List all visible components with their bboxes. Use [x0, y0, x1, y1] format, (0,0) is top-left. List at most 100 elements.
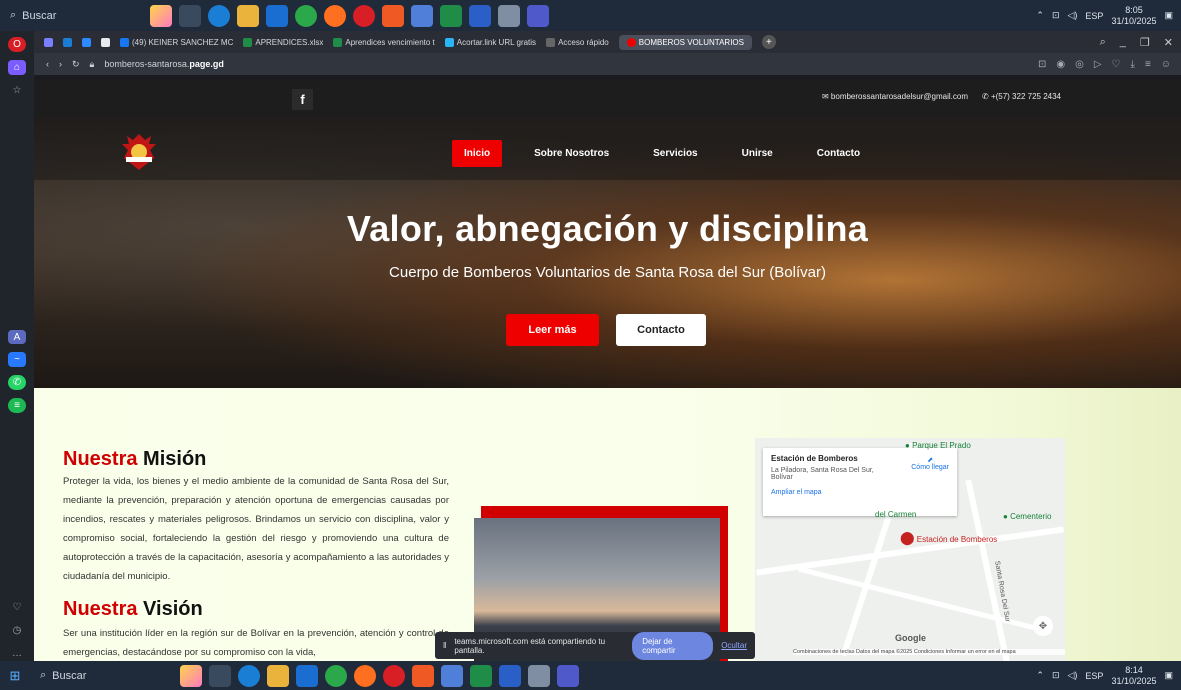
nav-contacto[interactable]: Contacto: [805, 140, 872, 167]
firefox-icon[interactable]: [354, 664, 376, 687]
network-icon[interactable]: ⊡: [1052, 10, 1060, 21]
brave-icon[interactable]: [382, 4, 404, 27]
heart-icon[interactable]: ♡: [8, 600, 26, 615]
tab[interactable]: Acortar.link URL gratis: [444, 37, 536, 47]
reload-icon[interactable]: ↻: [72, 59, 80, 70]
pinned-tab-icon[interactable]: [63, 37, 72, 47]
tab[interactable]: Acceso rápido: [546, 37, 609, 47]
restore-button[interactable]: ❐: [1140, 36, 1150, 49]
chevron-up-icon[interactable]: ⌃: [1036, 670, 1044, 681]
profile-icon[interactable]: ☺: [1161, 59, 1171, 70]
hide-link[interactable]: Ocultar: [721, 641, 747, 650]
tab[interactable]: (49) KEINER SANCHEZ MC: [120, 37, 233, 47]
opera-icon[interactable]: [353, 4, 375, 27]
google-map[interactable]: Estación de Bomberos La Piladora, Santa …: [755, 438, 1065, 661]
outlook-icon[interactable]: [296, 664, 318, 687]
store-icon[interactable]: [441, 664, 463, 687]
edge-icon[interactable]: [208, 4, 230, 27]
back-icon[interactable]: ‹: [46, 59, 49, 69]
email-link[interactable]: ✉ bomberossantarosadelsur@gmail.com: [822, 92, 968, 101]
brave-icon[interactable]: [412, 664, 434, 687]
map-pin[interactable]: ⬤ Estación de Bomberos: [900, 530, 997, 546]
widgets-icon[interactable]: [150, 4, 172, 27]
forward-icon[interactable]: ›: [59, 59, 62, 69]
volume-icon[interactable]: ◁): [1068, 670, 1078, 681]
stop-sharing-button[interactable]: Dejar de compartir: [632, 631, 714, 660]
nav-sobre-nosotros[interactable]: Sobre Nosotros: [522, 140, 621, 167]
contact-button[interactable]: Contacto: [616, 314, 706, 346]
task-view-icon[interactable]: [209, 664, 231, 687]
home-icon[interactable]: ⌂: [8, 59, 26, 75]
opera-icon[interactable]: [383, 664, 405, 687]
opera-menu-icon[interactable]: O: [8, 37, 26, 52]
tab-active[interactable]: BOMBEROS VOLUNTARIOS: [618, 34, 752, 50]
outlook-icon[interactable]: [266, 4, 288, 27]
widgets-icon[interactable]: [180, 664, 202, 687]
calculator-icon[interactable]: [498, 4, 520, 27]
edge-icon[interactable]: [238, 664, 260, 687]
workspace-icon[interactable]: [44, 37, 53, 47]
map-poi-cemetery[interactable]: ● Cementerio: [1003, 512, 1051, 521]
word-icon[interactable]: [469, 4, 491, 27]
more-icon[interactable]: …: [8, 646, 26, 661]
map-directions[interactable]: ⬈ Cómo llegar: [911, 456, 949, 471]
file-explorer-icon[interactable]: [267, 664, 289, 687]
chevron-up-icon[interactable]: ⌃: [1036, 10, 1044, 21]
taskbar-search[interactable]: ⌕ Buscar: [30, 661, 170, 690]
map-pan-icon[interactable]: ✥: [1033, 616, 1053, 636]
task-view-icon[interactable]: [179, 4, 201, 27]
excel-icon[interactable]: [470, 664, 492, 687]
language-indicator[interactable]: ESP: [1085, 671, 1103, 681]
teams-icon[interactable]: [557, 664, 579, 687]
language-indicator[interactable]: ESP: [1085, 11, 1103, 21]
shield-icon[interactable]: ◎: [1075, 59, 1084, 70]
map-poi-park[interactable]: ● Parque El Prado: [905, 441, 971, 450]
map-poi-church[interactable]: del Carmen: [875, 510, 916, 519]
teams-icon[interactable]: [527, 4, 549, 27]
pinned-tab-icon[interactable]: [82, 37, 91, 47]
download-icon[interactable]: ⤓: [1131, 59, 1135, 70]
nav-unirse[interactable]: Unirse: [730, 140, 785, 167]
messenger-icon[interactable]: ~: [8, 352, 26, 368]
new-tab-button[interactable]: +: [761, 35, 776, 49]
file-explorer-icon[interactable]: [237, 4, 259, 27]
network-icon[interactable]: ⊡: [1052, 670, 1060, 681]
notifications-icon[interactable]: ▣: [1164, 670, 1173, 681]
url-field[interactable]: bomberos-santarosa.page.gd: [104, 59, 224, 69]
map-enlarge-link[interactable]: Ampliar el mapa: [771, 489, 949, 496]
notifications-icon[interactable]: ▣: [1164, 10, 1173, 21]
snapshot-icon[interactable]: ⊡: [1038, 59, 1046, 70]
fire-department-logo[interactable]: [114, 130, 164, 175]
store-icon[interactable]: [411, 4, 433, 27]
minimize-button[interactable]: _: [1120, 36, 1126, 48]
excel-icon[interactable]: [440, 4, 462, 27]
nav-inicio[interactable]: Inicio: [452, 140, 503, 167]
star-icon[interactable]: ☆: [8, 83, 26, 98]
read-more-button[interactable]: Leer más: [506, 314, 599, 346]
facebook-icon[interactable]: f: [292, 89, 313, 110]
search-tabs-icon[interactable]: ⌕: [1100, 36, 1106, 49]
firefox-icon[interactable]: [324, 4, 346, 27]
spotify-icon[interactable]: ≡: [8, 398, 26, 413]
play-icon[interactable]: ▷: [1094, 59, 1102, 70]
clock[interactable]: 8:05 31/10/2025: [1111, 5, 1156, 27]
word-icon[interactable]: [499, 664, 521, 687]
tab[interactable]: Aprendices vencimiento t: [333, 37, 435, 47]
nav-servicios[interactable]: Servicios: [641, 140, 709, 167]
chrome-icon[interactable]: [325, 664, 347, 687]
clock[interactable]: 8:14 31/10/2025: [1111, 665, 1156, 687]
taskbar-search[interactable]: ⌕ Buscar: [0, 0, 140, 31]
whatsapp-icon[interactable]: ✆: [8, 375, 26, 391]
heart-icon[interactable]: ♡: [1112, 59, 1121, 70]
aria-icon[interactable]: A: [8, 329, 26, 345]
history-icon[interactable]: ◷: [8, 623, 26, 638]
camera-icon[interactable]: ◉: [1056, 59, 1065, 70]
calculator-icon[interactable]: [528, 664, 550, 687]
pinned-tab-icon[interactable]: [101, 37, 110, 47]
menu-icon[interactable]: ≡: [1145, 59, 1151, 70]
drag-handle-icon[interactable]: ‖: [443, 641, 446, 650]
phone-link[interactable]: ✆ +(57) 322 725 2434: [982, 92, 1061, 101]
volume-icon[interactable]: ◁): [1068, 10, 1078, 21]
tab[interactable]: APRENDICES.xlsx: [243, 37, 323, 47]
close-button[interactable]: ✕: [1164, 36, 1173, 49]
